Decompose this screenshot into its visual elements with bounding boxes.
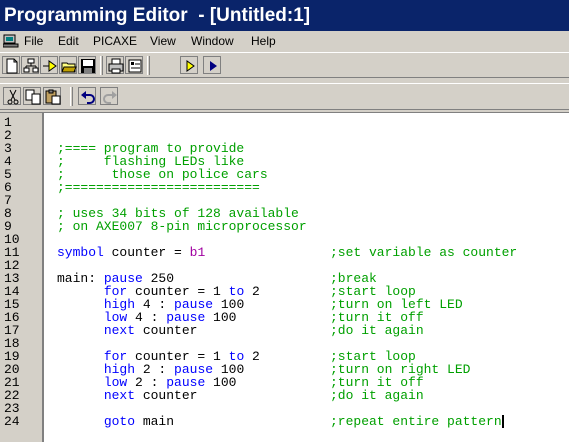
menu-bar: File Edit PICAXE View Window Help <box>0 31 569 51</box>
menu-window[interactable]: Window <box>191 31 234 51</box>
inline-comment: ;set variable as counter <box>330 245 518 260</box>
code-text: next counter <box>103 323 198 338</box>
app-icon[interactable] <box>3 33 19 49</box>
explorer-icon[interactable] <box>21 56 39 74</box>
code-line[interactable]: 11 symbol counter = b1 ;set variable as co… <box>0 246 569 259</box>
save-icon[interactable] <box>78 56 96 74</box>
edit-toolbar <box>0 83 569 110</box>
text-caret <box>501 415 504 428</box>
window-title: Programming Editor - [Untitled:1] <box>0 0 569 31</box>
cut-icon[interactable] <box>3 87 21 105</box>
redo-icon[interactable] <box>100 87 118 105</box>
code-line[interactable]: 22 next counter ;do it again <box>0 389 569 402</box>
inline-comment: ;repeat entire pattern <box>330 414 504 429</box>
copy-icon[interactable] <box>23 87 41 105</box>
menu-help[interactable]: Help <box>251 31 276 51</box>
open-icon[interactable] <box>59 56 77 74</box>
code-text: goto main <box>103 414 175 429</box>
run-icon[interactable] <box>180 56 198 74</box>
code-line[interactable]: 1 <box>0 116 569 129</box>
line-number: 24 <box>4 414 20 429</box>
print-icon[interactable] <box>106 56 124 74</box>
options-icon[interactable] <box>125 56 143 74</box>
undo-icon[interactable] <box>78 87 96 105</box>
step-icon[interactable] <box>203 56 221 74</box>
menu-edit[interactable]: Edit <box>58 31 79 51</box>
code-line[interactable]: 9; on AXE007 8-pin microprocessor <box>0 220 569 233</box>
code-text: next counter <box>103 388 198 403</box>
new-file-icon[interactable] <box>2 56 20 74</box>
code-text: ;========================= <box>57 180 260 195</box>
inline-comment: ;do it again <box>330 323 424 338</box>
code-line[interactable]: 24 goto main ;repeat entire pattern <box>0 415 569 428</box>
program-icon[interactable] <box>40 56 58 74</box>
code-text: ; on AXE007 8-pin microprocessor <box>57 219 307 234</box>
paste-icon[interactable] <box>43 87 61 105</box>
menu-file[interactable]: File <box>24 31 43 51</box>
menu-view[interactable]: View <box>150 31 176 51</box>
code-line[interactable]: 17 next counter ;do it again <box>0 324 569 337</box>
code-editor[interactable]: 1 2 3 ;==== program to provide 4; flashing L… <box>0 112 569 442</box>
code-line[interactable]: 6 ;========================= <box>0 181 569 194</box>
main-toolbar <box>0 52 569 78</box>
inline-comment: ;do it again <box>330 388 424 403</box>
menu-picaxe[interactable]: PICAXE <box>93 31 137 51</box>
code-text: symbol counter = b1 <box>57 245 206 260</box>
